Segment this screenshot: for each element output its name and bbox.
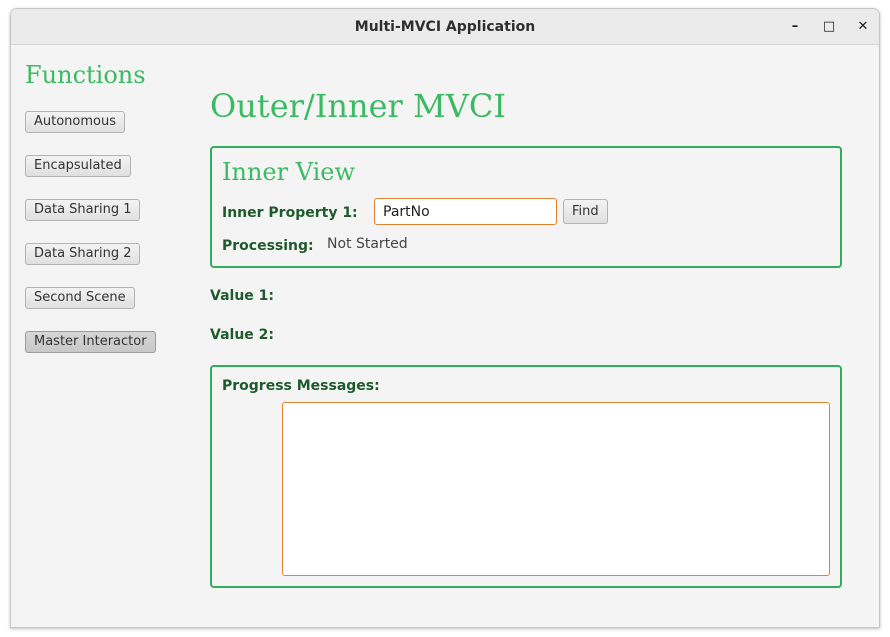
page-title: Outer/Inner MVCI (210, 87, 506, 125)
sidebar-heading: Functions (25, 61, 146, 89)
encapsulated-button[interactable]: Encapsulated (25, 155, 131, 177)
minimize-icon[interactable]: – (785, 17, 805, 37)
inner-view-title: Inner View (222, 158, 356, 186)
value-1-label: Value 1: (210, 288, 274, 304)
autonomous-button[interactable]: Autonomous (25, 111, 126, 133)
inner-view-panel: Inner View Inner Property 1: Find Proces… (210, 146, 842, 268)
inner-property-input[interactable] (374, 198, 557, 225)
master-interactor-button[interactable]: Master Interactor (25, 331, 156, 353)
value-2-label: Value 2: (210, 327, 274, 343)
find-button[interactable]: Find (563, 199, 608, 224)
maximize-icon[interactable]: □ (819, 17, 839, 37)
data-sharing-2-button[interactable]: Data Sharing 2 (25, 243, 141, 265)
progress-panel: Progress Messages: (210, 365, 842, 588)
data-sharing-1-button[interactable]: Data Sharing 1 (25, 199, 141, 221)
processing-label: Processing: (222, 238, 314, 254)
progress-messages-textarea[interactable] (282, 402, 830, 576)
inner-property-label: Inner Property 1: (222, 205, 358, 221)
second-scene-button[interactable]: Second Scene (25, 287, 135, 309)
window-title: Multi-MVCI Application (354, 19, 536, 35)
close-icon[interactable]: ✕ (853, 17, 873, 37)
processing-status: Not Started (327, 236, 408, 252)
progress-messages-label: Progress Messages: (222, 378, 380, 394)
app-window: Multi-MVCI Application – □ ✕ Functions A… (10, 8, 880, 628)
title-bar[interactable]: Multi-MVCI Application – □ ✕ (11, 9, 879, 45)
